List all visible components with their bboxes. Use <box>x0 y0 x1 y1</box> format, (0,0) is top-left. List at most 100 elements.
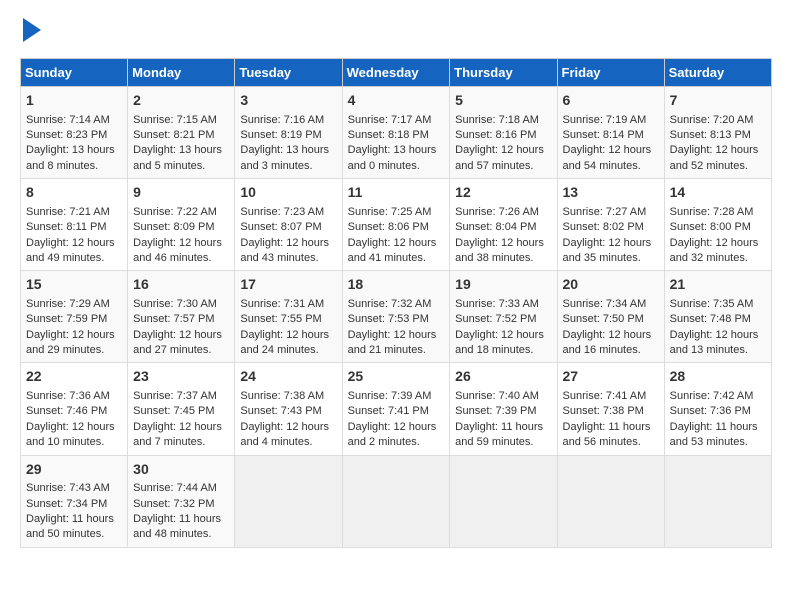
sunrise-text: Sunrise: 7:37 AM <box>133 390 217 402</box>
calendar-week-row: 15Sunrise: 7:29 AMSunset: 7:59 PMDayligh… <box>21 271 772 363</box>
day-number: 23 <box>133 367 229 387</box>
sunrise-text: Sunrise: 7:27 AM <box>563 206 647 218</box>
sunrise-text: Sunrise: 7:42 AM <box>670 390 754 402</box>
sunrise-text: Sunrise: 7:26 AM <box>455 206 539 218</box>
daylight-text: Daylight: 11 hours and 56 minutes. <box>563 421 651 448</box>
day-number: 5 <box>455 91 551 111</box>
calendar-cell: 4Sunrise: 7:17 AMSunset: 8:18 PMDaylight… <box>342 87 450 179</box>
sunset-text: Sunset: 8:07 PM <box>240 221 321 233</box>
day-number: 17 <box>240 275 336 295</box>
day-number: 1 <box>26 91 122 111</box>
sunrise-text: Sunrise: 7:29 AM <box>26 298 110 310</box>
daylight-text: Daylight: 11 hours and 50 minutes. <box>26 513 114 540</box>
day-number: 15 <box>26 275 122 295</box>
sunrise-text: Sunrise: 7:18 AM <box>455 114 539 126</box>
calendar-cell: 15Sunrise: 7:29 AMSunset: 7:59 PMDayligh… <box>21 271 128 363</box>
day-number: 19 <box>455 275 551 295</box>
sunset-text: Sunset: 7:36 PM <box>670 405 751 417</box>
page-header <box>20 20 772 42</box>
sunset-text: Sunset: 7:55 PM <box>240 313 321 325</box>
sunset-text: Sunset: 8:00 PM <box>670 221 751 233</box>
calendar-cell: 2 Sunrise: 7:15 AM Sunset: 8:21 PM Daylight… <box>128 87 235 179</box>
sunrise-text: Sunrise: 7:17 AM <box>348 114 432 126</box>
daylight-text: Daylight: 12 hours and 16 minutes. <box>563 329 652 356</box>
day-number: 2 <box>133 91 229 111</box>
calendar-cell: 17 Sunrise: 7:31 AM Sunset: 7:55 PM Dayligh… <box>235 271 342 363</box>
calendar-cell: 3Sunrise: 7:16 AMSunset: 8:19 PMDaylight… <box>235 87 342 179</box>
daylight-text: Daylight: 12 hours and 43 minutes. <box>240 237 329 264</box>
calendar-cell: 30Sunrise: 7:44 AMSunset: 7:32 PMDayligh… <box>128 455 235 547</box>
day-number: 20 <box>563 275 659 295</box>
daylight-text: Daylight: 12 hours and 18 minutes. <box>455 329 544 356</box>
sunrise-text: Sunrise: 7:25 AM <box>348 206 432 218</box>
calendar-cell: 28 Sunrise: 7:42 AM Sunset: 7:36 PM Dayligh… <box>664 363 771 455</box>
sunset-text: Sunset: 8:21 PM <box>133 129 214 141</box>
calendar-cell: 22Sunrise: 7:36 AMSunset: 7:46 PMDayligh… <box>21 363 128 455</box>
sunrise-text: Sunrise: 7:39 AM <box>348 390 432 402</box>
sunset-text: Sunset: 7:41 PM <box>348 405 429 417</box>
sunrise-text: Sunrise: 7:20 AM <box>670 114 754 126</box>
daylight-text: Daylight: 13 hours and 5 minutes. <box>133 144 222 171</box>
sunrise-text: Sunrise: 7:21 AM <box>26 206 110 218</box>
sunset-text: Sunset: 8:11 PM <box>26 221 107 233</box>
calendar-cell: 18Sunrise: 7:32 AMSunset: 7:53 PMDayligh… <box>342 271 450 363</box>
daylight-text: Daylight: 12 hours and 4 minutes. <box>240 421 329 448</box>
sunset-text: Sunset: 8:18 PM <box>348 129 429 141</box>
sunset-text: Sunset: 8:09 PM <box>133 221 214 233</box>
calendar-cell: 1Sunrise: 7:14 AMSunset: 8:23 PMDaylight… <box>21 87 128 179</box>
calendar-cell: 21Sunrise: 7:35 AMSunset: 7:48 PMDayligh… <box>664 271 771 363</box>
day-number: 12 <box>455 183 551 203</box>
day-number: 10 <box>240 183 336 203</box>
calendar-cell: 5Sunrise: 7:18 AMSunset: 8:16 PMDaylight… <box>450 87 557 179</box>
day-number: 4 <box>348 91 445 111</box>
day-number: 28 <box>670 367 766 387</box>
sunrise-text: Sunrise: 7:33 AM <box>455 298 539 310</box>
sunrise-text: Sunrise: 7:41 AM <box>563 390 647 402</box>
daylight-text: Daylight: 12 hours and 29 minutes. <box>26 329 115 356</box>
calendar-cell: 16Sunrise: 7:30 AMSunset: 7:57 PMDayligh… <box>128 271 235 363</box>
header-sunday: Sunday <box>21 59 128 87</box>
daylight-text: Daylight: 12 hours and 7 minutes. <box>133 421 222 448</box>
day-number: 6 <box>563 91 659 111</box>
sunrise-text: Sunrise: 7:36 AM <box>26 390 110 402</box>
calendar-cell: 23Sunrise: 7:37 AMSunset: 7:45 PMDayligh… <box>128 363 235 455</box>
sunrise-text: Sunrise: 7:28 AM <box>670 206 754 218</box>
header-monday: Monday <box>128 59 235 87</box>
daylight-text: Daylight: 11 hours and 53 minutes. <box>670 421 758 448</box>
daylight-text: Daylight: 12 hours and 10 minutes. <box>26 421 115 448</box>
calendar-cell: 27Sunrise: 7:41 AMSunset: 7:38 PMDayligh… <box>557 363 664 455</box>
day-number: 24 <box>240 367 336 387</box>
calendar-cell <box>342 455 450 547</box>
daylight-text: Daylight: 12 hours and 24 minutes. <box>240 329 329 356</box>
calendar-cell <box>557 455 664 547</box>
sunrise-text: Sunrise: 7:31 AM <box>240 298 324 310</box>
daylight-text: Daylight: 12 hours and 27 minutes. <box>133 329 222 356</box>
day-number: 30 <box>133 460 229 480</box>
calendar-cell: 8Sunrise: 7:21 AMSunset: 8:11 PMDaylight… <box>21 179 128 271</box>
day-number: 14 <box>670 183 766 203</box>
daylight-text: Daylight: 13 hours and 8 minutes. <box>26 144 115 171</box>
calendar-week-row: 8Sunrise: 7:21 AMSunset: 8:11 PMDaylight… <box>21 179 772 271</box>
header-thursday: Thursday <box>450 59 557 87</box>
sunset-text: Sunset: 7:50 PM <box>563 313 644 325</box>
calendar-cell: 7Sunrise: 7:20 AMSunset: 8:13 PMDaylight… <box>664 87 771 179</box>
calendar-cell: 19Sunrise: 7:33 AMSunset: 7:52 PMDayligh… <box>450 271 557 363</box>
sunrise-text: Sunrise: 7:40 AM <box>455 390 539 402</box>
sunrise-text: Sunrise: 7:19 AM <box>563 114 647 126</box>
sunrise-text: Sunrise: 7:15 AM <box>133 114 217 126</box>
logo <box>20 20 41 42</box>
daylight-text: Daylight: 12 hours and 54 minutes. <box>563 144 652 171</box>
daylight-text: Daylight: 12 hours and 35 minutes. <box>563 237 652 264</box>
sunset-text: Sunset: 8:19 PM <box>240 129 321 141</box>
calendar-cell: 25Sunrise: 7:39 AMSunset: 7:41 PMDayligh… <box>342 363 450 455</box>
sunset-text: Sunset: 7:43 PM <box>240 405 321 417</box>
calendar-week-row: 22Sunrise: 7:36 AMSunset: 7:46 PMDayligh… <box>21 363 772 455</box>
calendar-cell: 29Sunrise: 7:43 AMSunset: 7:34 PMDayligh… <box>21 455 128 547</box>
sunset-text: Sunset: 8:23 PM <box>26 129 107 141</box>
daylight-text: Daylight: 12 hours and 2 minutes. <box>348 421 437 448</box>
sunset-text: Sunset: 7:32 PM <box>133 498 214 510</box>
calendar-cell: 9Sunrise: 7:22 AMSunset: 8:09 PMDaylight… <box>128 179 235 271</box>
daylight-text: Daylight: 11 hours and 48 minutes. <box>133 513 221 540</box>
daylight-text: Daylight: 13 hours and 3 minutes. <box>240 144 329 171</box>
sunset-text: Sunset: 7:57 PM <box>133 313 214 325</box>
